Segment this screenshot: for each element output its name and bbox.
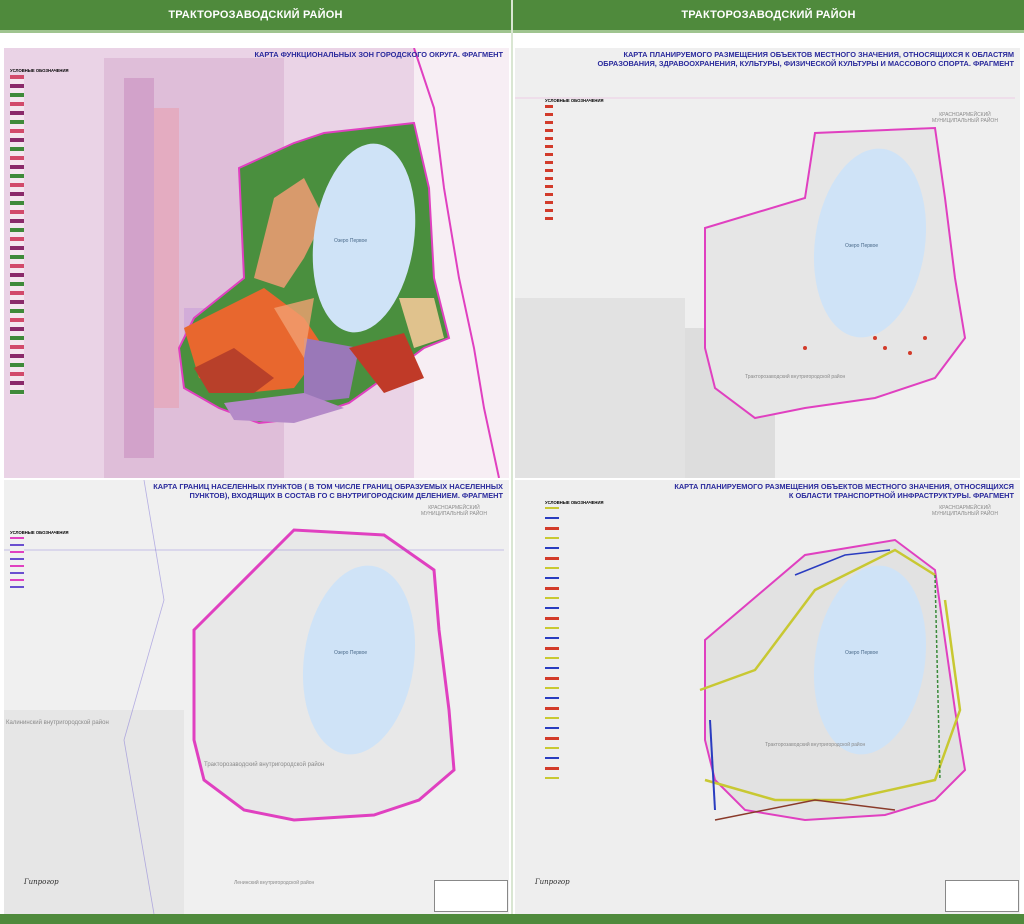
transport-district-label: КРАСНОАРМЕЙСКИЙ МУНИЦИПАЛЬНЫЙ РАЙОН	[932, 505, 998, 517]
social-objects-area-label: Тракторозаводский внутригородской район	[745, 374, 846, 380]
settlement-borders-legend-title: УСЛОВНЫЕ ОБОЗНАЧЕНИЯ	[10, 530, 69, 535]
functional-zones-title: КАРТА ФУНКЦИОНАЛЬНЫХ ЗОН ГОРОДСКОГО ОКРУ…	[254, 50, 503, 59]
social-objects-legend: УСЛОВНЫЕ ОБОЗНАЧЕНИЯ	[545, 98, 625, 225]
transport-lake-label: Озеро Первое	[845, 650, 879, 656]
settlement-borders-lake-label: Озеро Первое	[334, 650, 368, 656]
social-objects-lake-label: Озеро Первое	[845, 243, 879, 249]
header-left-title: ТРАКТОРОЗАВОДСКИЙ РАЙОН	[168, 9, 343, 21]
header-right: ТРАКТОРОЗАВОДСКИЙ РАЙОН	[513, 0, 1024, 33]
functional-zones-lake-label: Озеро Первое	[334, 238, 368, 244]
map-settlement-borders[interactable]: КАРТА ГРАНИЦ НАСЕЛЕННЫХ ПУНКТОВ ( В ТОМ …	[4, 480, 509, 914]
settlement-borders-logo: Гипрогор	[24, 878, 59, 886]
settlement-borders-title: КАРТА ГРАНИЦ НАСЕЛЕННЫХ ПУНКТОВ ( В ТОМ …	[153, 482, 503, 500]
social-objects-legend-title: УСЛОВНЫЕ ОБОЗНАЧЕНИЯ	[545, 98, 604, 103]
map-transport[interactable]: КАРТА ПЛАНИРУЕМОГО РАЗМЕЩЕНИЯ ОБЪЕКТОВ М…	[515, 480, 1020, 914]
header-left: ТРАКТОРОЗАВОДСКИЙ РАЙОН	[0, 0, 511, 33]
transport-stamp	[945, 880, 1019, 912]
settlement-borders-stamp	[434, 880, 508, 912]
transport-legend-title: УСЛОВНЫЕ ОБОЗНАЧЕНИЯ	[545, 500, 604, 505]
settlement-borders-district-label: КРАСНОАРМЕЙСКИЙ МУНИЦИПАЛЬНЫЙ РАЙОН	[421, 505, 487, 517]
social-objects-district-label: КРАСНОАРМЕЙСКИЙ МУНИЦИПАЛЬНЫЙ РАЙОН	[932, 112, 998, 124]
settlement-borders-area-label: Тракторозаводский внутригородской район	[204, 762, 325, 768]
footer-bar	[0, 914, 1024, 924]
social-objects-title: КАРТА ПЛАНИРУЕМОГО РАЗМЕЩЕНИЯ ОБЪЕКТОВ М…	[597, 50, 1014, 68]
settlement-borders-side-label: Калининский внутригородской район	[6, 720, 109, 726]
settlement-borders-legend: УСЛОВНЫЕ ОБОЗНАЧЕНИЯ	[10, 530, 90, 592]
transport-title: КАРТА ПЛАНИРУЕМОГО РАЗМЕЩЕНИЯ ОБЪЕКТОВ М…	[674, 482, 1014, 500]
map-functional-zones[interactable]: КАРТА ФУНКЦИОНАЛЬНЫХ ЗОН ГОРОДСКОГО ОКРУ…	[4, 48, 509, 478]
functional-zones-legend-title: УСЛОВНЫЕ ОБОЗНАЧЕНИЯ	[10, 68, 69, 73]
functional-zones-legend: УСЛОВНЫЕ ОБОЗНАЧЕНИЯ	[10, 68, 100, 395]
transport-logo: Гипрогор	[535, 878, 570, 886]
map-social-objects[interactable]: КАРТА ПЛАНИРУЕМОГО РАЗМЕЩЕНИЯ ОБЪЕКТОВ М…	[515, 48, 1020, 478]
header-right-title: ТРАКТОРОЗАВОДСКИЙ РАЙОН	[681, 9, 856, 21]
settlement-borders-bottom-label: Ленинский внутригородской район	[234, 880, 315, 886]
transport-area-label: Тракторозаводский внутригородской район	[765, 742, 866, 748]
transport-legend: УСЛОВНЫЕ ОБОЗНАЧЕНИЯ	[545, 500, 705, 787]
center-divider	[511, 0, 513, 924]
